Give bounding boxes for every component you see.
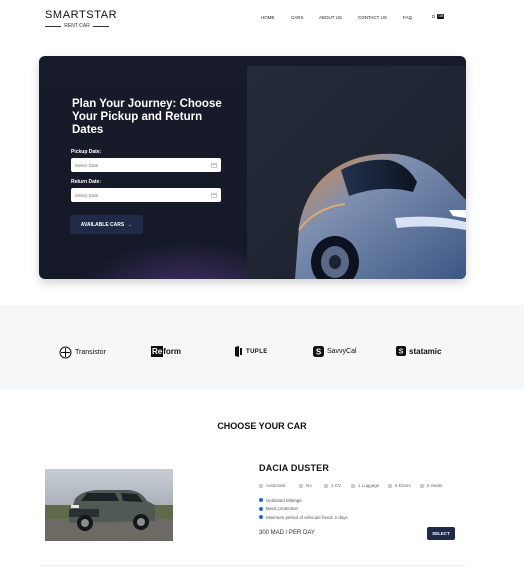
car-price: 300 MAD / PER DAY bbox=[259, 530, 315, 536]
reform-logo: Re form bbox=[151, 346, 182, 357]
pickup-date-field[interactable] bbox=[71, 158, 221, 172]
nav-contact-us[interactable]: CONTACT US bbox=[358, 15, 403, 20]
feature-item: Basic protection bbox=[259, 505, 348, 514]
spec-value: 5 Doors bbox=[395, 483, 411, 488]
check-icon bbox=[259, 515, 263, 520]
language-switcher[interactable]: D GB bbox=[432, 14, 445, 19]
partner-reform: Re form bbox=[151, 346, 181, 357]
transmission-icon bbox=[259, 483, 263, 488]
feature-text: Basic protection bbox=[266, 506, 299, 512]
feature-text: Minimum period of vehicule hired: 2 days bbox=[266, 514, 348, 520]
brand-tagline-row: RENT CAR bbox=[45, 23, 109, 29]
transistor-icon bbox=[59, 346, 72, 359]
brand-name: SMARTSTAR bbox=[45, 9, 118, 21]
partner-name: TUPLE bbox=[246, 348, 268, 355]
car-photo[interactable] bbox=[45, 469, 173, 541]
available-cars-button[interactable]: AVAILABLE CARS → bbox=[70, 215, 143, 234]
air-conditioning-icon bbox=[299, 483, 303, 488]
spec-horsepower: 1 CV bbox=[324, 483, 351, 488]
seat-icon bbox=[420, 483, 424, 488]
svg-text:S: S bbox=[399, 349, 404, 356]
spec-transmission: Automatic bbox=[259, 483, 299, 488]
brand-logo[interactable]: SMARTSTAR RENT CAR bbox=[45, 9, 118, 29]
uk-flag-icon: GB bbox=[437, 14, 445, 19]
nav-cars[interactable]: CARS bbox=[291, 15, 319, 20]
tuple-icon bbox=[235, 346, 242, 357]
feature-item: Minimum period of vehicule hired: 2 days bbox=[259, 513, 348, 522]
available-cars-label: AVAILABLE CARS bbox=[80, 221, 125, 228]
feature-text: Unlimited Mileage bbox=[266, 497, 302, 503]
partner-logos-strip: Transistor Re form TUPLE S SavvyCal S sta… bbox=[0, 305, 524, 389]
select-car-button[interactable]: SELECT bbox=[427, 527, 455, 540]
spec-value: No bbox=[306, 483, 312, 488]
section-divider bbox=[40, 565, 466, 566]
return-date-label: Return Date: bbox=[71, 179, 102, 185]
spec-luggage: 1 Luggage bbox=[351, 483, 388, 488]
car-specs: Automatic No 1 CV 1 Luggage 5 Doors 5 Se… bbox=[259, 483, 446, 488]
spec-value: 5 Seats bbox=[427, 483, 443, 488]
spec-doors: 5 Doors bbox=[388, 483, 420, 488]
language-code: D bbox=[432, 14, 436, 19]
nav-home[interactable]: HOME bbox=[261, 15, 291, 20]
arrow-right-icon: → bbox=[127, 221, 133, 228]
car-name: DACIA DUSTER bbox=[259, 463, 330, 473]
main-nav: HOME CARS ABOUT US CONTACT US FAQ bbox=[261, 15, 423, 20]
partner-name: SavvyCal bbox=[327, 348, 357, 355]
spec-seats: 5 Seats bbox=[420, 483, 446, 488]
nav-faq[interactable]: FAQ bbox=[403, 15, 423, 20]
statamic-icon: S bbox=[396, 346, 406, 356]
partner-statamic: S statamic bbox=[396, 346, 441, 356]
brand-tagline: RENT CAR bbox=[64, 23, 90, 29]
feature-item: Unlimited Mileage bbox=[259, 496, 348, 505]
spec-value: Automatic bbox=[266, 483, 287, 488]
partner-savvycal: S SavvyCal bbox=[313, 346, 357, 357]
dacia-duster-image bbox=[45, 469, 173, 541]
spec-value: 1 Luggage bbox=[358, 483, 380, 488]
reform-logo-tail: form bbox=[163, 347, 182, 356]
hero-car-image bbox=[295, 153, 466, 279]
spec-value: 1 CV bbox=[331, 483, 342, 488]
return-date-input[interactable] bbox=[75, 192, 195, 198]
spec-air-conditioning: No bbox=[299, 483, 324, 488]
savvycal-icon: S bbox=[313, 346, 324, 357]
calendar-icon bbox=[211, 162, 217, 168]
svg-text:S: S bbox=[316, 347, 322, 356]
car-features: Unlimited Mileage Basic protection Minim… bbox=[259, 496, 348, 522]
partner-name: Transistor bbox=[75, 349, 106, 356]
tagline-line-left bbox=[45, 25, 62, 27]
door-icon bbox=[388, 483, 392, 488]
hero-title: Plan Your Journey: Choose Your Pickup an… bbox=[72, 98, 222, 136]
engine-icon bbox=[324, 483, 328, 488]
tagline-line-right bbox=[92, 25, 109, 27]
partner-transistor: Transistor bbox=[59, 346, 106, 359]
pickup-date-label: Pickup Date: bbox=[71, 149, 102, 155]
nav-about-us[interactable]: ABOUT US bbox=[319, 15, 358, 20]
section-title: CHOOSE YOUR CAR bbox=[217, 421, 307, 431]
partner-name: statamic bbox=[409, 346, 442, 356]
luggage-icon bbox=[351, 483, 355, 488]
check-icon bbox=[259, 498, 263, 503]
return-date-field[interactable] bbox=[71, 188, 221, 202]
hero-booking-panel: Plan Your Journey: Choose Your Pickup an… bbox=[39, 56, 466, 279]
partner-tuple: TUPLE bbox=[234, 346, 268, 357]
check-icon bbox=[259, 506, 263, 511]
calendar-icon bbox=[211, 192, 217, 198]
pickup-date-input[interactable] bbox=[75, 162, 195, 168]
